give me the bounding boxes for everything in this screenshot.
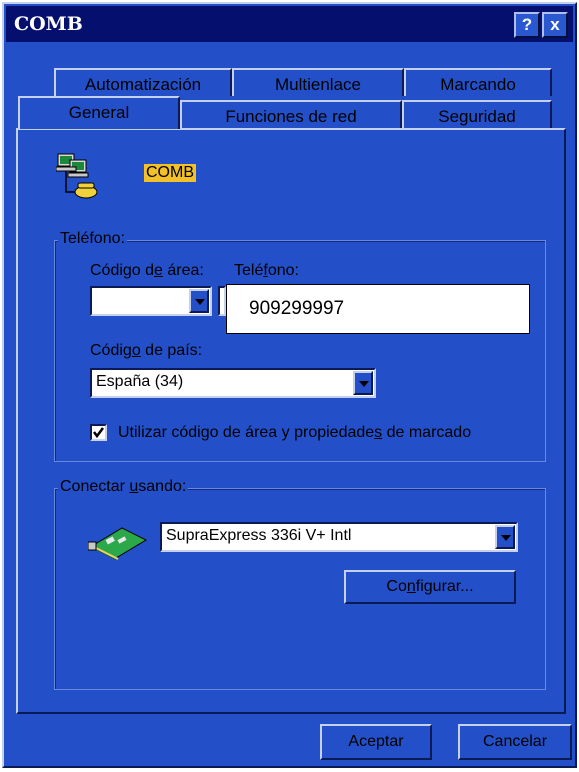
- area-code-dropdown-icon[interactable]: [189, 289, 209, 313]
- window-title: COMB: [14, 13, 83, 35]
- phone-label: Teléfono:: [234, 262, 299, 279]
- country-label: Código de país:: [90, 342, 203, 359]
- country-select[interactable]: España (34): [90, 368, 376, 398]
- cancel-button[interactable]: Cancelar: [458, 724, 572, 760]
- modem-select[interactable]: SupraExpress 336i V+ Intl: [160, 522, 518, 552]
- tab-general[interactable]: General: [18, 96, 180, 129]
- dial-up-network-icon: [55, 152, 100, 200]
- area-code-divider: [218, 286, 226, 316]
- checkbox-label[interactable]: Utilizar código de área y propiedades de…: [118, 424, 471, 442]
- configure-button[interactable]: Configurar...: [344, 570, 516, 604]
- area-code-select[interactable]: [90, 286, 212, 316]
- tab-panel-general: COMB Teléfono: Código de área: Teléfono:…: [16, 128, 566, 714]
- tab-automatizacion[interactable]: Automatización: [54, 68, 232, 96]
- tab-multienlace[interactable]: Multienlace: [232, 68, 404, 96]
- area-code-checkbox[interactable]: [90, 424, 107, 441]
- phone-number-input[interactable]: 909299997: [226, 284, 530, 334]
- area-code-label: Código de área:: [90, 262, 204, 279]
- close-button[interactable]: x: [542, 12, 568, 38]
- dialog-window: COMB ? x Automatización Multienlace Marc…: [2, 2, 577, 768]
- connect-group-label: Conectar usando:: [58, 478, 189, 496]
- ok-button[interactable]: Aceptar: [320, 724, 432, 760]
- tab-funciones-de-red[interactable]: Funciones de red: [180, 100, 402, 128]
- tab-marcando[interactable]: Marcando: [404, 68, 552, 96]
- phone-group-label: Teléfono:: [58, 230, 127, 248]
- checkmark-icon: [93, 427, 104, 439]
- modem-dropdown-icon[interactable]: [495, 525, 515, 549]
- modem-card-icon: [87, 526, 150, 560]
- phone-number-value: 909299997: [249, 298, 345, 319]
- tab-seguridad[interactable]: Seguridad: [402, 100, 552, 128]
- country-dropdown-icon[interactable]: [353, 371, 373, 395]
- title-bar: COMB ? x: [6, 6, 573, 42]
- connection-name: COMB: [144, 164, 196, 182]
- help-button[interactable]: ?: [514, 12, 540, 38]
- country-value: España (34): [96, 373, 184, 390]
- modem-value: SupraExpress 336i V+ Intl: [166, 527, 352, 544]
